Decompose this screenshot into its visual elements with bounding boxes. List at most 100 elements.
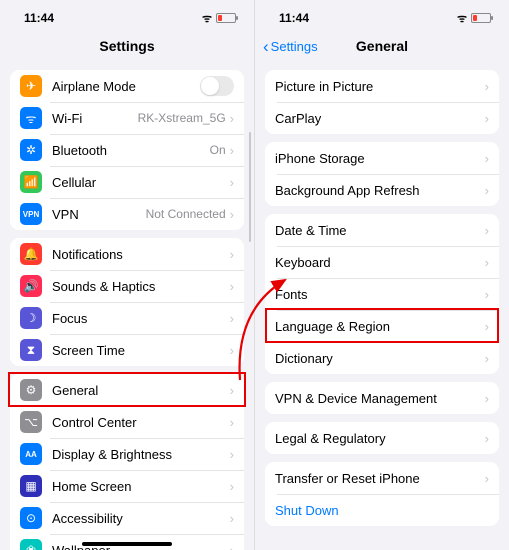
list-row[interactable]: ⌥Control Center› [10, 406, 244, 438]
chevron-right-icon: › [485, 223, 489, 238]
wallpaper-icon: ❀ [20, 539, 42, 550]
wifi-status-icon: ᯤ [202, 11, 212, 26]
row-label: Notifications [52, 247, 230, 262]
list-row[interactable]: Language & Region› [265, 310, 499, 342]
row-label: Picture in Picture [275, 79, 485, 94]
settings-group: Date & Time›Keyboard›Fonts›Language & Re… [265, 214, 499, 374]
row-label: Bluetooth [52, 143, 210, 158]
general-icon: ⚙ [20, 379, 42, 401]
page-title: General [356, 38, 408, 54]
list-row[interactable]: Picture in Picture› [265, 70, 499, 102]
row-label: Screen Time [52, 343, 230, 358]
battery-icon [471, 13, 491, 23]
back-label: Settings [271, 39, 318, 54]
row-label: Display & Brightness [52, 447, 230, 462]
row-label: Accessibility [52, 511, 230, 526]
focus-icon: ☽ [20, 307, 42, 329]
chevron-right-icon: › [230, 111, 234, 126]
vpn-icon: VPN [20, 203, 42, 225]
list-row[interactable]: Keyboard› [265, 246, 499, 278]
list-row[interactable]: ⊙ Accessibility› [10, 502, 244, 534]
chevron-right-icon: › [485, 431, 489, 446]
general-list[interactable]: Picture in Picture›CarPlay›iPhone Storag… [255, 62, 509, 550]
back-button[interactable]: ‹ Settings [263, 38, 318, 55]
chevron-right-icon: › [485, 351, 489, 366]
list-row[interactable]: VPN & Device Management› [265, 382, 499, 414]
chevron-right-icon: › [230, 311, 234, 326]
list-row[interactable]: 📶Cellular› [10, 166, 244, 198]
row-label: General [52, 383, 230, 398]
row-label: Home Screen [52, 479, 230, 494]
row-value: On [210, 143, 226, 157]
row-label: Sounds & Haptics [52, 279, 230, 294]
list-row[interactable]: ⚙General› [10, 374, 244, 406]
chevron-right-icon: › [230, 207, 234, 222]
row-label: Keyboard [275, 255, 485, 270]
list-row[interactable]: ✲BluetoothOn› [10, 134, 244, 166]
row-label: Control Center [52, 415, 230, 430]
status-bar: 11:44 ᯤ [255, 0, 509, 30]
chevron-right-icon: › [485, 287, 489, 302]
general-screen: 11:44 ᯤ ‹ Settings General Picture in Pi… [254, 0, 509, 550]
settings-list[interactable]: ✈Airplane ModeᯤWi-FiRK-Xstream_5G› ✲ Bluet… [0, 62, 254, 550]
list-row[interactable]: VPNVPNNot Connected› [10, 198, 244, 230]
chevron-right-icon: › [485, 111, 489, 126]
row-label: Language & Region [275, 319, 485, 334]
status-icons: ᯤ [457, 11, 491, 26]
chevron-right-icon: › [230, 511, 234, 526]
settings-root-screen: 11:44 ᯤ Settings ✈Airplane ModeᯤWi-FiRK-… [0, 0, 254, 550]
row-label: iPhone Storage [275, 151, 485, 166]
wifi-status-icon: ᯤ [457, 11, 467, 26]
row-label: VPN [52, 207, 146, 222]
list-row[interactable]: Background App Refresh› [265, 174, 499, 206]
status-time: 11:44 [279, 11, 309, 25]
cellular-icon: 📶 [20, 171, 42, 193]
toggle-switch[interactable] [200, 76, 234, 96]
list-row[interactable]: ☽Focus› [10, 302, 244, 334]
home-indicator[interactable] [82, 542, 172, 546]
list-row[interactable]: Legal & Regulatory› [265, 422, 499, 454]
row-label: Cellular [52, 175, 230, 190]
row-label: Legal & Regulatory [275, 431, 485, 446]
row-label: Transfer or Reset iPhone [275, 471, 485, 486]
list-row[interactable]: Fonts› [265, 278, 499, 310]
chevron-right-icon: › [230, 543, 234, 550]
settings-group: ✈Airplane ModeᯤWi-FiRK-Xstream_5G› ✲ Bluet… [10, 70, 244, 230]
settings-group: Transfer or Reset iPhone›Shut Down [265, 462, 499, 526]
row-label: CarPlay [275, 111, 485, 126]
chevron-right-icon: › [485, 471, 489, 486]
list-row[interactable]: Transfer or Reset iPhone› [265, 462, 499, 494]
display-icon: AA [20, 443, 42, 465]
row-label: VPN & Device Management [275, 391, 485, 406]
status-bar: 11:44 ᯤ [0, 0, 254, 30]
list-row[interactable]: Date & Time› [265, 214, 499, 246]
homescreen-icon: ▦ [20, 475, 42, 497]
list-row[interactable]: ▦Home Screen› [10, 470, 244, 502]
list-row[interactable]: 🔊Sounds & Haptics› [10, 270, 244, 302]
chevron-right-icon: › [485, 183, 489, 198]
list-row[interactable]: 🔔 Notifications› [10, 238, 244, 270]
chevron-left-icon: ‹ [263, 38, 269, 55]
chevron-right-icon: › [485, 319, 489, 334]
row-label: Background App Refresh [275, 183, 485, 198]
list-row[interactable]: ✈Airplane Mode [10, 70, 244, 102]
list-row[interactable]: ᯤWi-FiRK-Xstream_5G› [10, 102, 244, 134]
list-row[interactable]: iPhone Storage› [265, 142, 499, 174]
row-label: Dictionary [275, 351, 485, 366]
bluetooth-icon: ✲ [20, 139, 42, 161]
controlcenter-icon: ⌥ [20, 411, 42, 433]
row-label: Fonts [275, 287, 485, 302]
list-row[interactable]: CarPlay› [265, 102, 499, 134]
accessibility-icon: ⊙ [20, 507, 42, 529]
notifications-icon: 🔔 [20, 243, 42, 265]
settings-group: Picture in Picture›CarPlay› [265, 70, 499, 134]
list-row[interactable]: Dictionary› [265, 342, 499, 374]
list-row[interactable]: Shut Down [265, 494, 499, 526]
chevron-right-icon: › [230, 247, 234, 262]
status-icons: ᯤ [202, 11, 236, 26]
airplane-icon: ✈ [20, 75, 42, 97]
scrollbar[interactable] [249, 132, 251, 242]
chevron-right-icon: › [485, 391, 489, 406]
list-row[interactable]: ⧗Screen Time› [10, 334, 244, 366]
list-row[interactable]: AADisplay & Brightness› [10, 438, 244, 470]
